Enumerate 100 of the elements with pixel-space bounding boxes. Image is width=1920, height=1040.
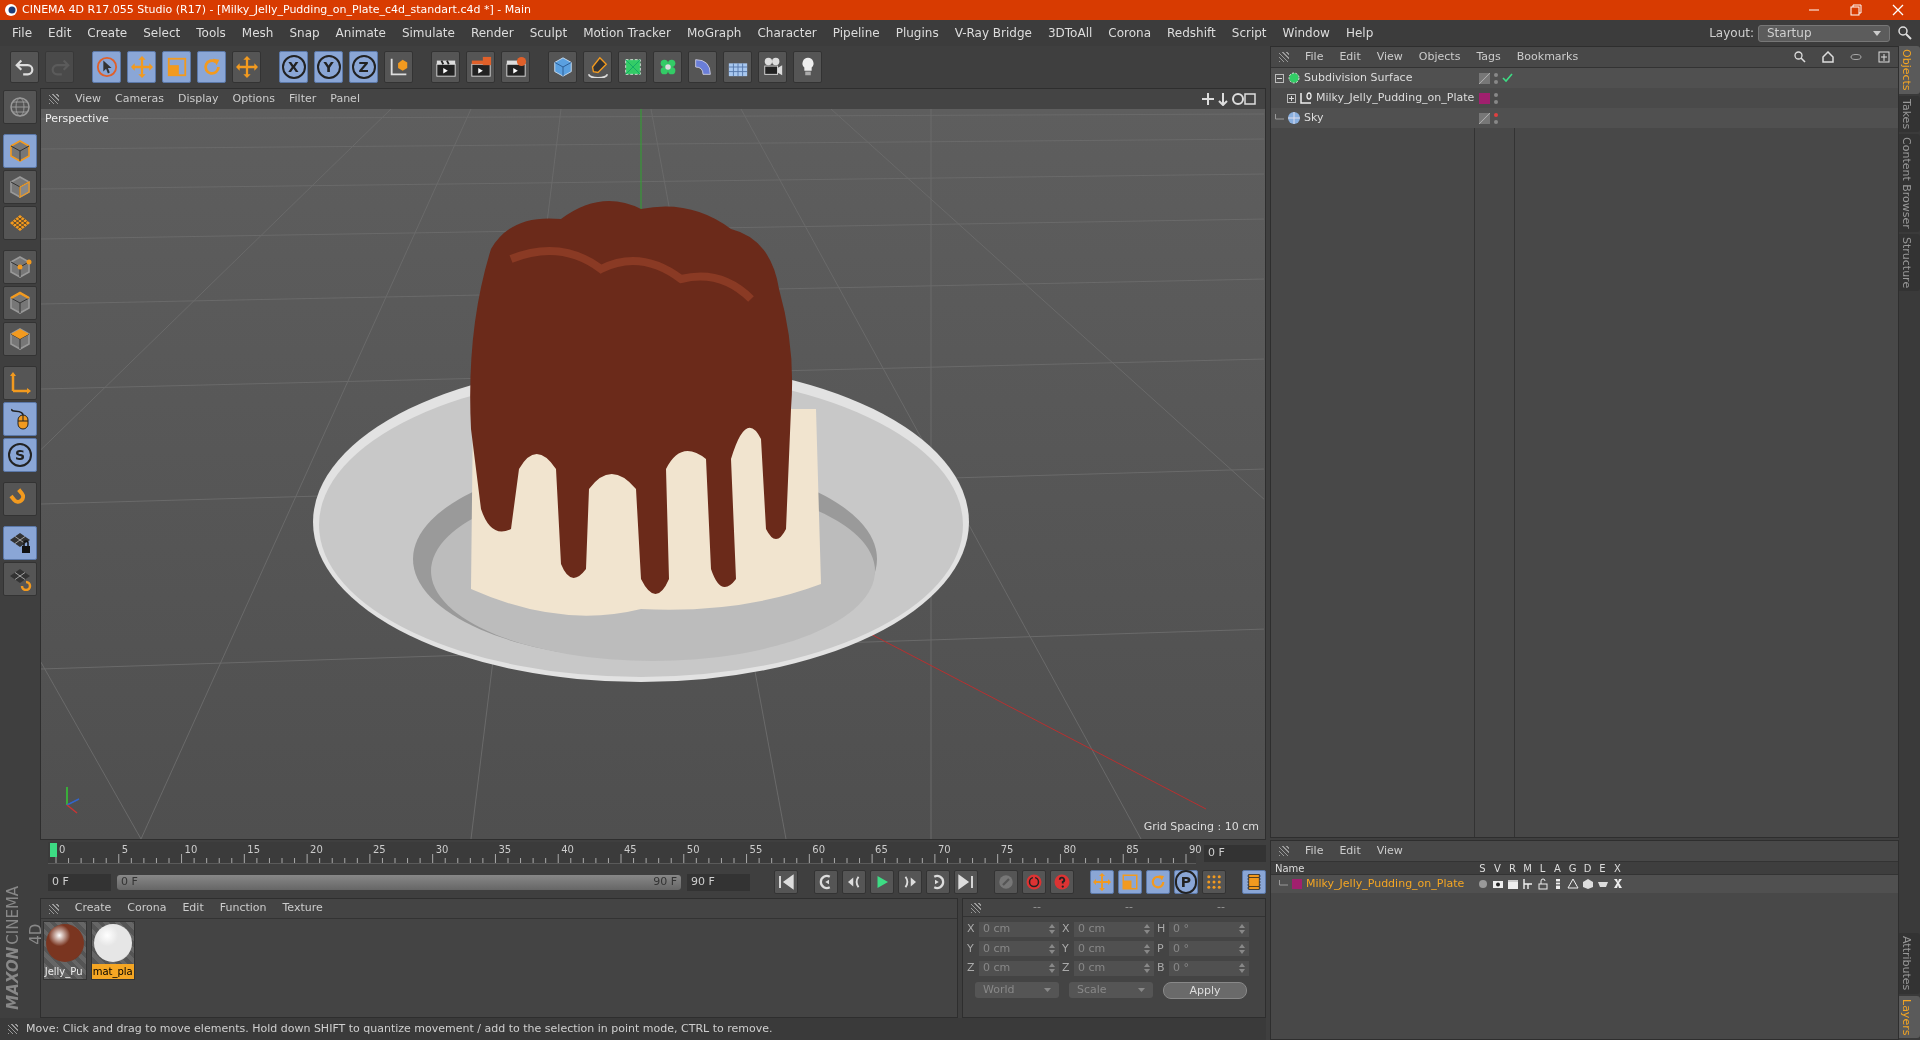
globe-button[interactable] <box>3 90 37 124</box>
light-bulb-button[interactable] <box>793 51 822 83</box>
cloner-button[interactable] <box>653 51 682 83</box>
home-icon[interactable] <box>1822 51 1834 63</box>
no-layer-icon[interactable] <box>1479 112 1490 124</box>
previous-key-button[interactable] <box>814 870 838 894</box>
menu-item[interactable]: View <box>1376 48 1403 66</box>
solo-dot-icon[interactable] <box>1476 878 1489 890</box>
grip-icon[interactable] <box>48 903 59 914</box>
material-swatch[interactable]: Jelly_Pu <box>42 921 87 980</box>
first-frame-button[interactable] <box>774 870 798 894</box>
check-icon[interactable] <box>1502 73 1513 83</box>
object-name[interactable]: Sky <box>1304 109 1324 127</box>
object-name[interactable]: Milky_Jelly_Pudding_on_Plate <box>1316 89 1475 107</box>
menu-item[interactable]: File <box>1305 842 1324 860</box>
menu-item[interactable]: Simulate <box>393 24 463 42</box>
cube-icon[interactable] <box>1581 878 1594 890</box>
side-tab[interactable]: Layers <box>1899 995 1920 1038</box>
points-cube-button[interactable] <box>3 250 37 284</box>
menu-item[interactable]: Display <box>178 90 219 108</box>
axis-button[interactable] <box>3 366 37 400</box>
current-frame-field[interactable]: 0 F <box>1204 844 1266 862</box>
side-tab[interactable]: Objects <box>1899 46 1920 94</box>
side-tab[interactable]: Takes <box>1899 95 1920 132</box>
search-icon[interactable] <box>1898 26 1912 40</box>
menu-item[interactable]: Motion Tracker <box>575 24 679 42</box>
grid-lock-button[interactable] <box>3 526 37 560</box>
menu-item[interactable]: Tags <box>1476 48 1501 66</box>
play-button[interactable] <box>870 870 894 894</box>
menu-item[interactable]: Corona <box>1100 24 1160 42</box>
menu-item[interactable]: Create <box>79 24 136 42</box>
next-key-button[interactable] <box>926 870 950 894</box>
menu-item[interactable]: Help <box>1337 24 1382 42</box>
layout-dropdown[interactable]: Startup <box>1758 24 1890 42</box>
clapboard-icon[interactable] <box>1506 878 1519 890</box>
coordinate-system-button[interactable] <box>384 51 413 83</box>
cube-button[interactable] <box>3 134 37 168</box>
material-swatch[interactable]: mat_pla <box>90 921 135 980</box>
apply-button[interactable]: Apply <box>1163 981 1247 999</box>
edges-cube-button[interactable] <box>3 286 37 320</box>
grid-plane-button[interactable] <box>3 206 37 240</box>
menu-item[interactable]: Objects <box>1418 48 1461 66</box>
polygons-cube-button[interactable] <box>3 322 37 356</box>
visibility-dots-icon[interactable] <box>1493 71 1499 85</box>
close-icon[interactable] <box>1892 4 1904 16</box>
menu-item[interactable]: Edit <box>1339 842 1361 860</box>
clapboard-button[interactable] <box>431 51 460 83</box>
subdivision-cube-button[interactable] <box>618 51 647 83</box>
axis-lock-button[interactable]: X <box>279 51 308 83</box>
menu-item[interactable]: Panel <box>330 90 360 108</box>
menu-item[interactable]: View <box>75 90 102 108</box>
hierarchy-icon[interactable] <box>1521 878 1534 890</box>
solo-button[interactable]: S <box>3 438 37 472</box>
magnet-button[interactable] <box>3 482 37 516</box>
end-frame-field[interactable]: 90 F <box>687 873 750 891</box>
menu-item[interactable]: Options <box>232 90 275 108</box>
undo-button[interactable] <box>10 51 39 83</box>
pen-button[interactable] <box>583 51 612 83</box>
cube-button[interactable] <box>548 51 577 83</box>
eye-icon[interactable] <box>1491 878 1504 890</box>
grip-icon[interactable] <box>971 902 981 913</box>
dot-grid-button[interactable] <box>1202 870 1226 894</box>
grip-icon[interactable] <box>1279 52 1289 62</box>
next-frame-button[interactable] <box>898 870 922 894</box>
unlock-icon[interactable] <box>1536 878 1549 890</box>
clapboard-button[interactable] <box>466 51 495 83</box>
no-layer-icon[interactable] <box>1479 72 1490 84</box>
x-shape-icon[interactable] <box>1611 878 1624 890</box>
menu-item[interactable]: MoGraph <box>678 24 750 42</box>
menu-item[interactable]: Bookmarks <box>1516 48 1579 66</box>
menu-item[interactable]: Tools <box>188 24 234 42</box>
menu-item[interactable]: Mesh <box>233 24 282 42</box>
menu-item[interactable]: Plugins <box>887 24 947 42</box>
menu-item[interactable]: Sculpt <box>521 24 576 42</box>
viewport-nav-icons[interactable] <box>1201 92 1257 106</box>
menu-item[interactable]: Edit <box>182 900 204 917</box>
menu-item[interactable]: Select <box>135 24 189 42</box>
cursor-button[interactable] <box>92 51 121 83</box>
menu-item[interactable]: Texture <box>282 900 323 917</box>
menu-item[interactable]: Edit <box>40 24 80 42</box>
menu-item[interactable]: File <box>4 24 41 42</box>
visibility-dots-icon[interactable] <box>1493 91 1499 105</box>
bend-button[interactable] <box>688 51 717 83</box>
menu-item[interactable]: Edit <box>1339 48 1361 66</box>
menu-item[interactable]: Pipeline <box>824 24 888 42</box>
new-panel-icon[interactable] <box>1878 51 1890 63</box>
menu-item[interactable]: Window <box>1274 24 1338 42</box>
object-name[interactable]: Subdivision Surface <box>1304 69 1413 87</box>
grip-icon[interactable] <box>8 1024 18 1034</box>
mouse-button[interactable] <box>3 402 37 436</box>
menu-item[interactable]: Redshift <box>1159 24 1224 42</box>
menu-item[interactable]: 3DToAll <box>1039 24 1101 42</box>
menu-item[interactable]: Function <box>219 900 267 917</box>
search-icon[interactable] <box>1794 51 1806 63</box>
menu-item[interactable]: Script <box>1223 24 1275 42</box>
menu-item[interactable]: Create <box>74 900 112 917</box>
menu-item[interactable]: Snap <box>281 24 328 42</box>
key-button[interactable] <box>994 870 1018 894</box>
axis-lock-button[interactable]: Y <box>314 51 343 83</box>
menu-item[interactable]: File <box>1305 48 1324 66</box>
